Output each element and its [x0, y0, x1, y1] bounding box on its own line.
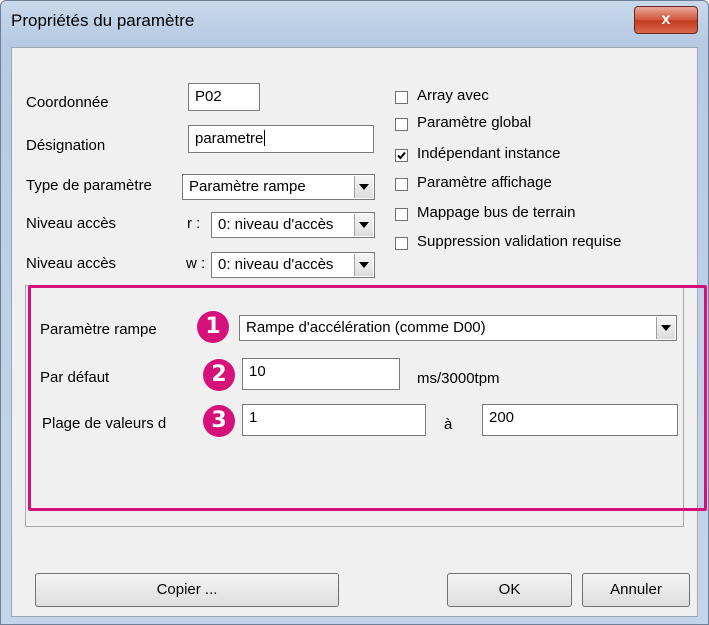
- title-bar[interactable]: Propriétés du paramètre x: [1, 1, 708, 43]
- checkbox-2[interactable]: [395, 118, 408, 131]
- niveau-w-suffix: w :: [186, 255, 206, 272]
- range-min-field[interactable]: 1: [242, 404, 426, 436]
- step-badge-2: 2: [203, 359, 235, 391]
- checkbox-6[interactable]: [395, 237, 408, 250]
- checkbox-label-2[interactable]: Paramètre global: [417, 114, 531, 131]
- designation-value: parametre: [195, 130, 264, 147]
- cancel-button[interactable]: Annuler: [582, 573, 690, 607]
- default-unit: ms/3000tpm: [417, 370, 500, 387]
- designation-field[interactable]: parametre: [188, 125, 374, 153]
- chevron-down-icon[interactable]: [354, 214, 373, 236]
- niveau-r-suffix: r :: [187, 215, 201, 232]
- close-button[interactable]: x: [634, 6, 698, 34]
- range-max-field[interactable]: 200: [482, 404, 678, 436]
- niveau-w-label: Niveau accès: [26, 255, 117, 272]
- checkbox-label-6[interactable]: Suppression validation requise: [417, 233, 621, 250]
- text-cursor: [264, 130, 266, 146]
- type-select[interactable]: Paramètre rampe: [182, 174, 375, 200]
- default-label: Par défaut: [40, 369, 110, 386]
- checkbox-label-5[interactable]: Mappage bus de terrain: [417, 204, 575, 221]
- checkbox-4[interactable]: [395, 178, 408, 191]
- checkmark-icon: [397, 151, 406, 160]
- checkbox-1[interactable]: [395, 91, 408, 104]
- default-value-field[interactable]: 10: [242, 358, 400, 390]
- niveau-w-value: 0: niveau d'accès: [218, 256, 334, 273]
- range-label: Plage de valeurs d: [42, 415, 167, 432]
- ramp-param-value: Rampe d'accélération (comme D00): [246, 319, 486, 336]
- chevron-down-icon[interactable]: [354, 254, 373, 276]
- coordonnee-label: Coordonnée: [26, 94, 109, 111]
- step-badge-3: 3: [203, 405, 235, 437]
- niveau-r-value: 0: niveau d'accès: [218, 216, 334, 233]
- designation-label: Désignation: [26, 137, 106, 154]
- close-icon: x: [661, 11, 671, 28]
- dialog-client-area: Coordonnée P02 Désignation parametre Typ…: [11, 47, 707, 617]
- copy-button[interactable]: Copier ...: [35, 573, 339, 607]
- niveau-r-select[interactable]: 0: niveau d'accès: [211, 212, 375, 238]
- ramp-param-select[interactable]: Rampe d'accélération (comme D00): [239, 315, 677, 341]
- checkbox-3[interactable]: [395, 149, 408, 162]
- checkbox-label-3[interactable]: Indépendant instance: [417, 145, 560, 162]
- ramp-param-label: Paramètre rampe: [40, 321, 157, 338]
- checkbox-5[interactable]: [395, 208, 408, 221]
- dialog-window: Propriétés du paramètre x Coordonnée P02…: [0, 0, 709, 625]
- chevron-down-icon[interactable]: [656, 317, 675, 339]
- dialog-title: Propriétés du paramètre: [11, 11, 195, 30]
- ok-button[interactable]: OK: [447, 573, 572, 607]
- checkbox-label-4[interactable]: Paramètre affichage: [417, 174, 552, 191]
- niveau-r-label: Niveau accès: [26, 215, 117, 232]
- coordonnee-field[interactable]: P02: [188, 83, 260, 111]
- type-label: Type de paramètre: [26, 177, 152, 194]
- chevron-down-icon[interactable]: [354, 176, 373, 198]
- niveau-w-select[interactable]: 0: niveau d'accès: [211, 252, 375, 278]
- step-badge-1: 1: [197, 311, 229, 343]
- checkbox-label-1[interactable]: Array avec: [417, 87, 489, 104]
- range-separator: à: [444, 416, 453, 433]
- type-value: Paramètre rampe: [189, 178, 306, 195]
